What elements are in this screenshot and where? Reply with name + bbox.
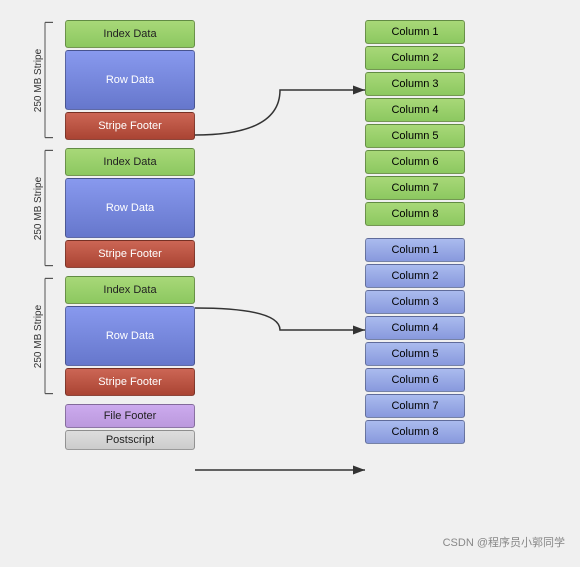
col-green-6: Column 6	[365, 150, 465, 174]
col-blue-5: Column 5	[365, 342, 465, 366]
stripe-label-2: 250 MB Stripe	[34, 176, 45, 239]
col-green-1: Column 1	[365, 20, 465, 44]
col-green-7: Column 7	[365, 176, 465, 200]
columns-blue-group: Column 1 Column 2 Column 3 Column 4 Colu…	[365, 238, 465, 444]
stripe2-row-data: Row Data	[65, 178, 195, 238]
stripe1-row-data: Row Data	[65, 50, 195, 110]
file-footer: File Footer	[65, 404, 195, 428]
columns-green-group: Column 1 Column 2 Column 3 Column 4 Colu…	[365, 20, 465, 226]
stripe2-footer: Stripe Footer	[65, 240, 195, 268]
stripe3-footer: Stripe Footer	[65, 368, 195, 396]
col-green-5: Column 5	[365, 124, 465, 148]
col-blue-4: Column 4	[365, 316, 465, 340]
stripe-group-3: 250 MB Stripe Index Data Row Data Stripe…	[65, 276, 195, 396]
postscript: Postscript	[65, 430, 195, 450]
stripe-group-2: 250 MB Stripe Index Data Row Data Stripe…	[65, 148, 195, 268]
right-column: Column 1 Column 2 Column 3 Column 4 Colu…	[365, 20, 465, 450]
watermark: CSDN @程序员小郭同学	[443, 534, 565, 550]
left-column: 250 MB Stripe Index Data Row Data Stripe…	[65, 20, 195, 452]
col-green-3: Column 3	[365, 72, 465, 96]
col-blue-2: Column 2	[365, 264, 465, 288]
col-blue-8: Column 8	[365, 420, 465, 444]
stripe2-index-data: Index Data	[65, 148, 195, 176]
stripe1-index-data: Index Data	[65, 20, 195, 48]
stripe-label-1: 250 MB Stripe	[34, 48, 45, 111]
stripe-label-3: 250 MB Stripe	[34, 304, 45, 367]
stripe3-index-data: Index Data	[65, 276, 195, 304]
stripe3-row-data: Row Data	[65, 306, 195, 366]
col-green-2: Column 2	[365, 46, 465, 70]
col-blue-6: Column 6	[365, 368, 465, 392]
col-blue-3: Column 3	[365, 290, 465, 314]
col-green-8: Column 8	[365, 202, 465, 226]
col-green-4: Column 4	[365, 98, 465, 122]
col-blue-1: Column 1	[365, 238, 465, 262]
diagram-container: 250 MB Stripe Index Data Row Data Stripe…	[10, 10, 570, 555]
col-blue-7: Column 7	[365, 394, 465, 418]
stripe1-footer: Stripe Footer	[65, 112, 195, 140]
stripe-group-1: 250 MB Stripe Index Data Row Data Stripe…	[65, 20, 195, 140]
